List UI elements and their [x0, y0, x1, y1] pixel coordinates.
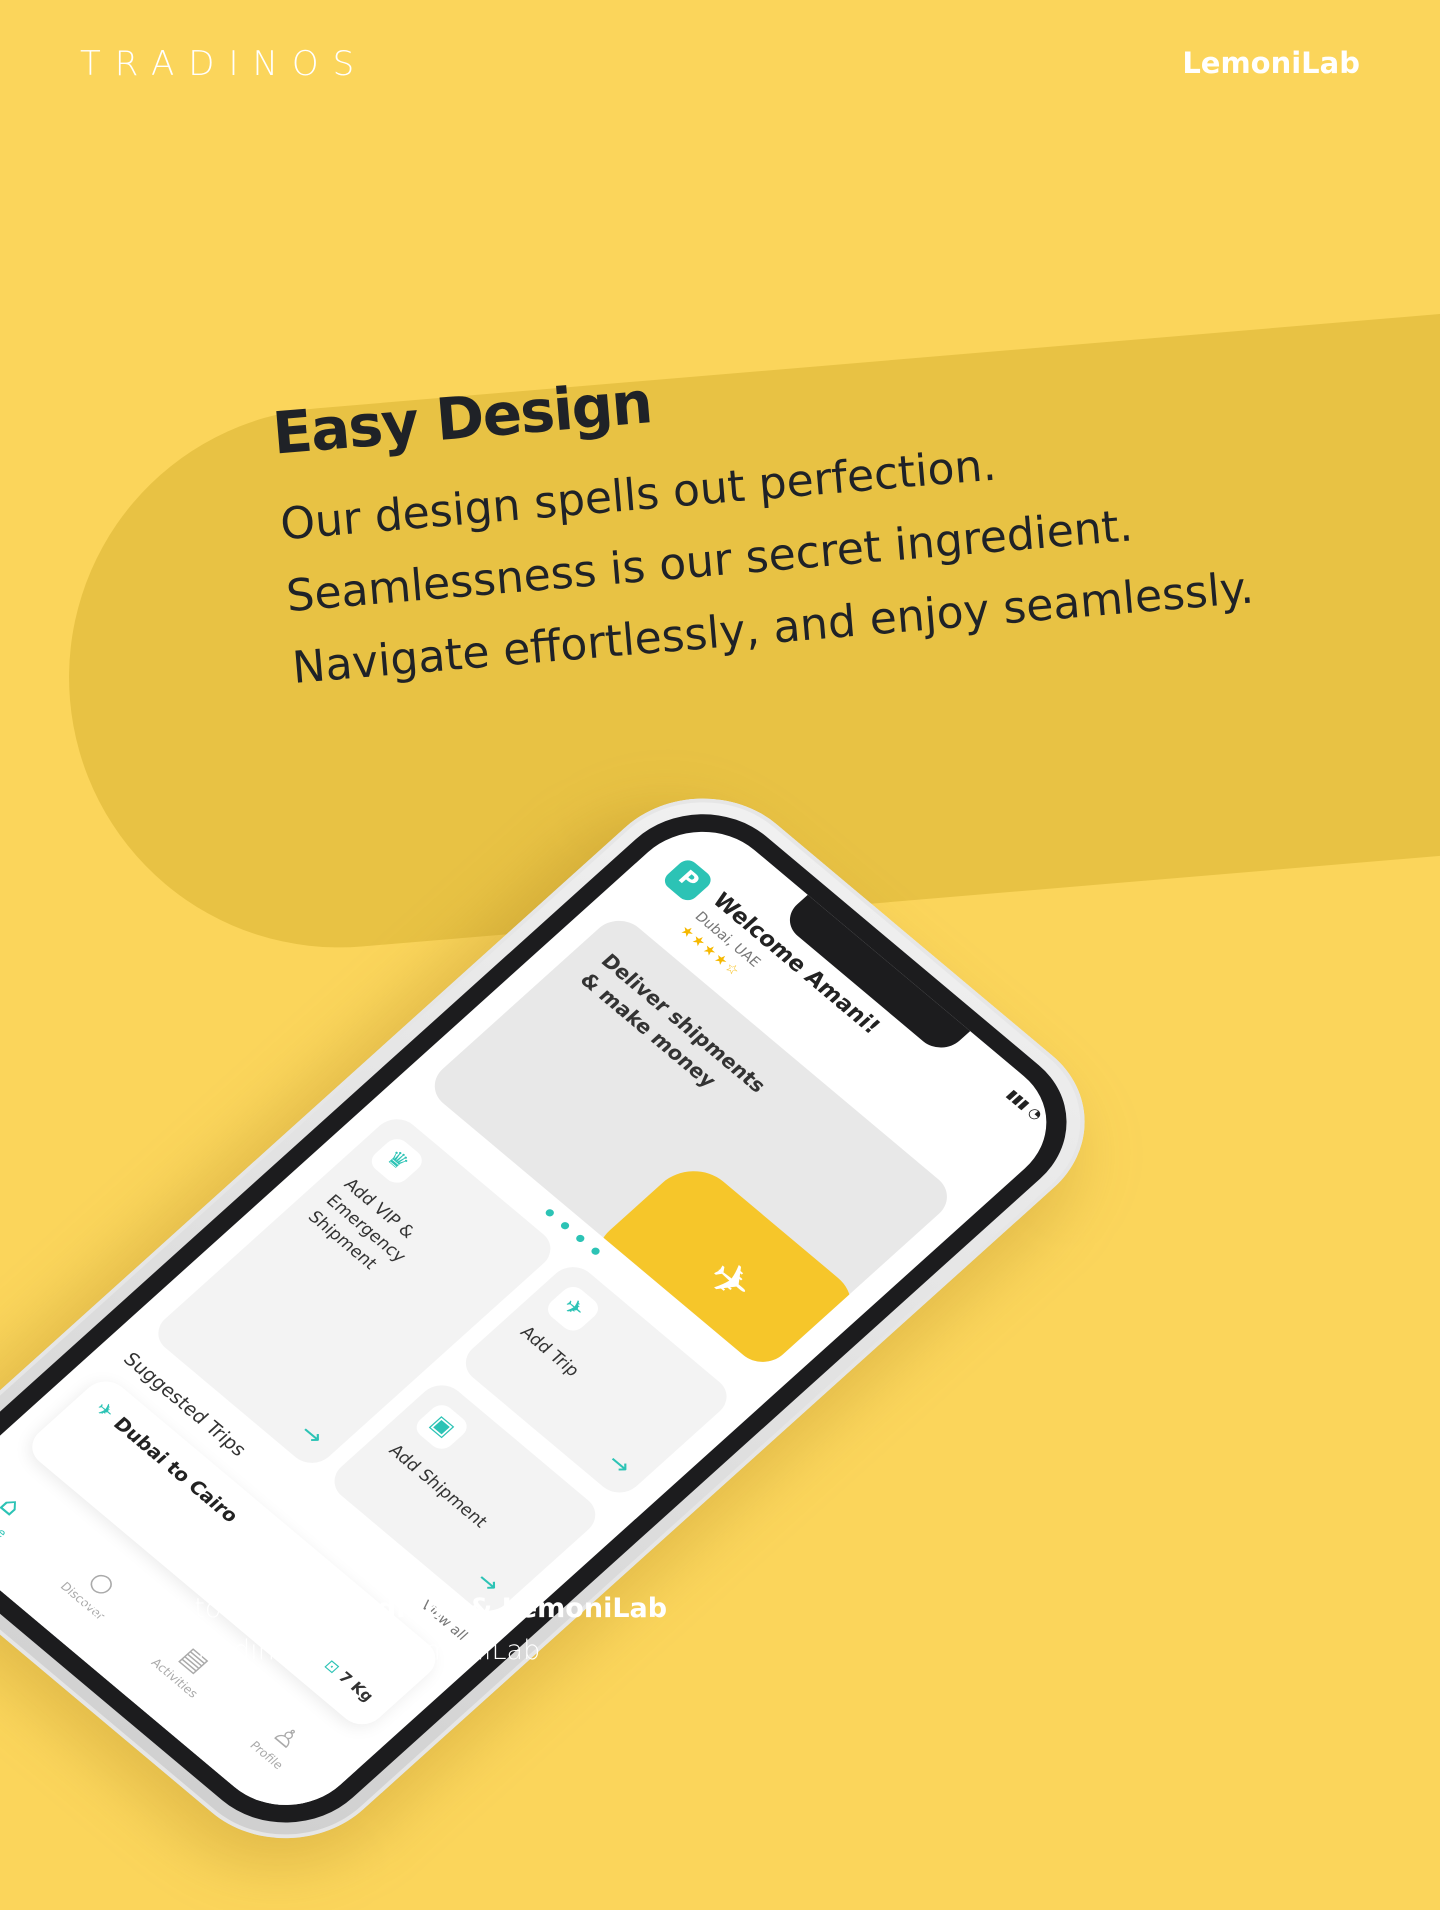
- profile-icon: ♙: [265, 1720, 307, 1756]
- footer-credit-prefix: Brought to you by: [80, 1593, 330, 1624]
- footer-credit-brands: Tradinos & LemoniLab: [329, 1593, 668, 1624]
- home-icon: ⌂: [0, 1490, 28, 1522]
- banner-text: Deliver shipments & make money: [575, 949, 772, 1097]
- trip-route: ✈Dubai to Cairo: [90, 1398, 242, 1527]
- tab-home[interactable]: ⌂ Home: [0, 1464, 60, 1561]
- lemonilab-logo: LemoniLab: [1182, 46, 1360, 80]
- app-logo-icon: P: [660, 856, 716, 905]
- crown-icon: ♛: [366, 1134, 428, 1188]
- arrow-right-icon: →: [293, 1418, 331, 1451]
- arrow-right-icon: →: [601, 1448, 638, 1480]
- phone-mockup: ▮▮▮ ◔ P Welcome Amani! Dubai, UAE ★★★★☆ …: [0, 760, 1129, 1910]
- plane-icon: ✈: [542, 1282, 604, 1336]
- footer-copyright: © 2023 Tradinos UG & LemoniLab: [80, 1635, 541, 1666]
- footer-credit: Brought to you by Tradinos & LemoniLab: [80, 1588, 667, 1630]
- wallet-icon: ▣: [411, 1400, 473, 1454]
- trip-weight-value: 7 Kg: [334, 1668, 378, 1705]
- tradinos-logo: TRADINOS: [80, 44, 369, 84]
- footer: Brought to you by Tradinos & LemoniLab ©…: [80, 1588, 667, 1672]
- tab-profile[interactable]: ♙ Profile: [223, 1695, 336, 1792]
- add-shipment-label: Add Shipment: [384, 1441, 492, 1532]
- plane-icon: ✈: [90, 1398, 120, 1424]
- add-vip-shipment-label: Add VIP & Emergency Shipment: [303, 1175, 419, 1274]
